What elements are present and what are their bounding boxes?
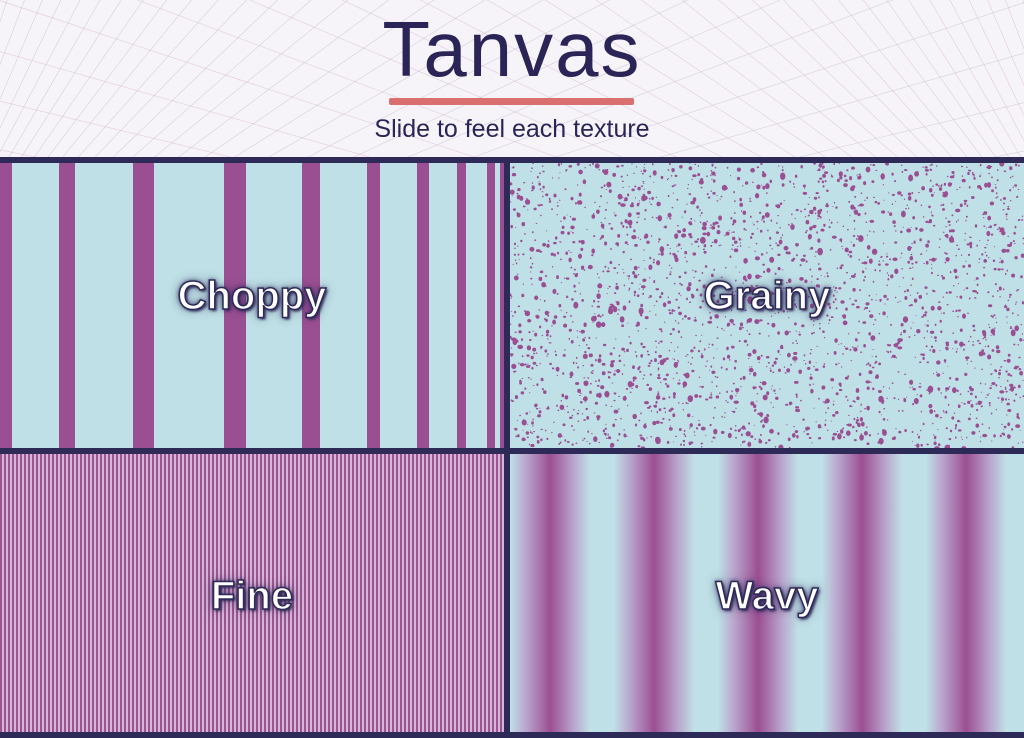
texture-label-choppy: Choppy: [177, 273, 327, 319]
texture-tile-fine[interactable]: Fine: [0, 454, 504, 732]
logo-underline: [389, 98, 634, 105]
texture-label-wavy: Wavy: [715, 573, 820, 619]
subtitle: Slide to feel each texture: [374, 115, 650, 143]
texture-tile-wavy[interactable]: Wavy: [510, 454, 1024, 732]
texture-tile-choppy[interactable]: Choppy: [0, 163, 504, 448]
texture-label-fine: Fine: [210, 573, 294, 619]
header: Tanvas Slide to feel each texture: [0, 0, 1024, 157]
texture-label-grainy: Grainy: [703, 273, 831, 319]
texture-tile-grainy[interactable]: Grainy: [510, 163, 1024, 448]
texture-grid: Choppy Grainy Fine Wavy: [0, 157, 1024, 738]
tanvas-logo: Tanvas: [382, 5, 642, 93]
